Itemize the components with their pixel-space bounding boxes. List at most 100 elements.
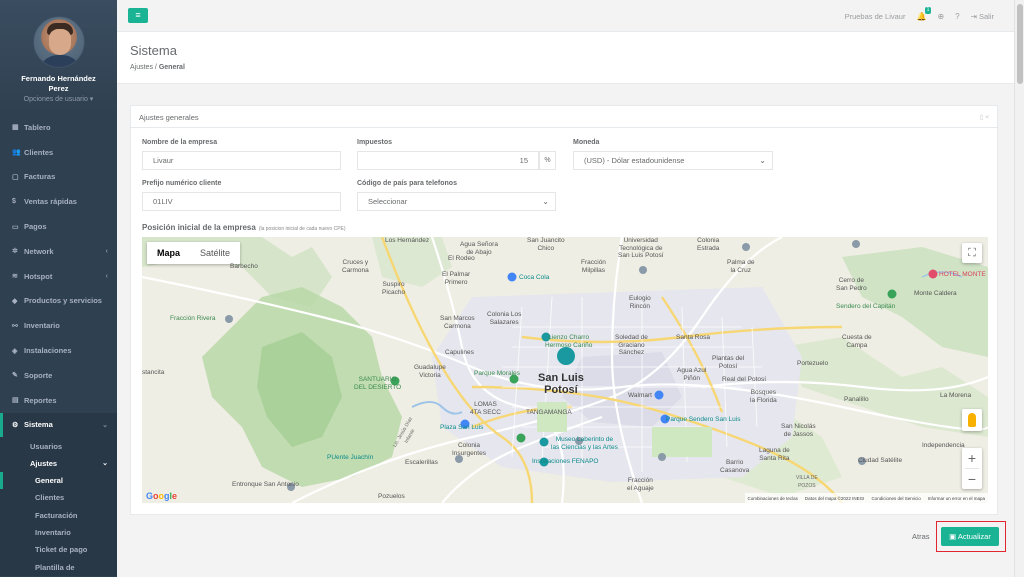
update-button[interactable]: ▣ Actualizar bbox=[941, 527, 999, 546]
sidebar-item-ventas-rapidas[interactable]: $ Ventas rápidas bbox=[0, 189, 117, 214]
map-label: Eulogio Rincón bbox=[629, 295, 651, 310]
save-icon: ▣ bbox=[949, 532, 957, 541]
map-label: El Palmar Primero bbox=[442, 271, 471, 286]
zoom-control: + − bbox=[962, 448, 982, 489]
map-label: Parque Sendero San Luis bbox=[666, 416, 741, 423]
gears-icon: ⚙ bbox=[12, 421, 19, 429]
tax-input[interactable]: 15 bbox=[357, 151, 539, 170]
sidebar-item-facturas[interactable]: ▢ Facturas bbox=[0, 165, 117, 190]
map-terms-link[interactable]: Condiciones del Servicio bbox=[871, 496, 920, 501]
map-label: Cruces y Carmona bbox=[342, 259, 369, 274]
company-name-input[interactable]: Livaur bbox=[142, 151, 341, 170]
breadcrumb: Ajustes / General bbox=[130, 64, 1001, 71]
map-label: TANGAMANGA bbox=[526, 409, 572, 416]
user-options-dropdown[interactable]: Opciones de usuario ▾ bbox=[0, 95, 117, 103]
zoom-in-button[interactable]: + bbox=[962, 448, 982, 468]
crosshair-icon[interactable]: ⊕ bbox=[937, 12, 944, 21]
sidebar-item-productos[interactable]: ◆ Productos y servicios bbox=[0, 289, 117, 314]
bell-icon[interactable]: 🔔 1 bbox=[916, 6, 932, 21]
submenu-item-ajustes[interactable]: Ajustes ⌄ bbox=[0, 455, 117, 472]
map-label: Fracción Rivera bbox=[170, 315, 216, 322]
sidebar-item-tablero[interactable]: ▦ Tablero bbox=[0, 115, 117, 140]
general-settings-panel: Ajustes generales ▯ × Nombre de la empre… bbox=[130, 105, 998, 515]
sidebar-item-sistema[interactable]: ⚙ Sistema ⌄ bbox=[0, 412, 117, 438]
map-type-map-button[interactable]: Mapa bbox=[147, 242, 190, 264]
submenu-item-ticket-de-pago[interactable]: Ticket de pago bbox=[0, 541, 117, 558]
map-label: Escalerillas bbox=[405, 459, 438, 466]
currency-selected: (USD) - Dólar estadounidense bbox=[584, 156, 685, 165]
country-code-select[interactable]: Seleccionar ⌄ bbox=[357, 192, 556, 211]
submenu-item-general[interactable]: General bbox=[0, 471, 117, 490]
wrench-icon: ✎ bbox=[12, 372, 18, 380]
map-label: Fracción Milpillas bbox=[581, 259, 606, 274]
map-label: Colonia Insurgentes bbox=[452, 442, 486, 457]
currency-label: Moneda bbox=[573, 139, 600, 146]
sidebar-item-pagos[interactable]: ▭ Pagos bbox=[0, 214, 117, 239]
map-label: Guadalupe Victoria bbox=[414, 364, 446, 379]
map-type-satellite-button[interactable]: Satélite bbox=[190, 242, 240, 264]
map-label: Monte Caldera bbox=[914, 290, 957, 297]
submenu-item-facturacion[interactable]: Facturación bbox=[0, 507, 117, 524]
sidebar-item-label: Facturas bbox=[24, 172, 56, 182]
fullscreen-icon[interactable]: ⛶ bbox=[962, 243, 982, 263]
street-view-pegman-icon[interactable] bbox=[962, 409, 982, 431]
submenu-item-plantilla[interactable]: Plantilla de bbox=[0, 558, 117, 575]
tools-icon: ◈ bbox=[12, 347, 18, 355]
sidebar-item-soporte[interactable]: ✎ Soporte bbox=[0, 363, 117, 388]
map-label: Agua Azul Piñón bbox=[677, 367, 707, 382]
profile-area: Fernando Hernández Perez Opciones de usu… bbox=[0, 0, 117, 115]
map-label: Plantas del Potosí bbox=[712, 355, 745, 370]
sidebar-item-label: Pagos bbox=[24, 222, 47, 232]
page-scrollbar[interactable] bbox=[1014, 0, 1024, 577]
tax-label: Impuestos bbox=[357, 139, 393, 146]
users-icon: 👥 bbox=[12, 149, 21, 157]
zoom-out-button[interactable]: − bbox=[962, 469, 982, 489]
map-label: Sendero del Capitán bbox=[836, 303, 896, 310]
breadcrumb-separator: / bbox=[154, 64, 157, 71]
map-label: PUente Juachín bbox=[327, 454, 374, 461]
sidebar-item-label: Clientes bbox=[24, 147, 54, 157]
map-label: La Morena bbox=[940, 392, 972, 399]
map-label: Real del Potosí bbox=[722, 376, 767, 383]
prefix-input[interactable]: 01LIV bbox=[142, 192, 341, 211]
sidebar-item-label: Inventario bbox=[24, 321, 60, 331]
dollar-icon: $ bbox=[12, 198, 16, 206]
currency-select[interactable]: (USD) - Dólar estadounidense ⌄ bbox=[573, 151, 773, 170]
map-label: SANTUARIO DEL DESIERTO bbox=[354, 376, 402, 391]
sidebar-item-network[interactable]: ✲ Network ‹ bbox=[0, 239, 117, 264]
map-title-text: Posición inicial de la empresa bbox=[142, 223, 256, 232]
google-logo[interactable]: Google bbox=[146, 491, 177, 501]
map-keyboard-shortcuts-link[interactable]: Combinaciones de teclas bbox=[748, 496, 798, 501]
wifi-icon: ≋ bbox=[12, 273, 18, 281]
submenu-item-clientes[interactable]: Clientes bbox=[0, 489, 117, 506]
map-label: Plaza San Luis bbox=[440, 424, 484, 431]
sidebar-item-inventario[interactable]: ⚯ Inventario bbox=[0, 313, 117, 338]
logout-link[interactable]: ⇥ Salir bbox=[971, 12, 994, 21]
map-view[interactable]: Mapa Satélite ⛶ + − Los Hernández Agua S… bbox=[142, 237, 988, 503]
chevron-down-icon: ⌄ bbox=[102, 421, 108, 429]
map-report-error-link[interactable]: Informar un error en el mapa bbox=[928, 496, 985, 501]
panel-tools[interactable]: ▯ × bbox=[980, 113, 989, 121]
sidebar-item-clientes[interactable]: 👥 Clientes bbox=[0, 140, 117, 165]
menu-toggle-button[interactable]: ≡ bbox=[128, 8, 148, 23]
map-label: Barbecho bbox=[230, 263, 258, 270]
tag-icon: ◆ bbox=[12, 297, 18, 305]
breadcrumb-ajustes[interactable]: Ajustes bbox=[130, 64, 153, 71]
top-right-menu: Pruebas de Livaur 🔔 1 ⊕ ? ⇥ Salir bbox=[845, 0, 994, 32]
map-label: Fracción el Aguaje bbox=[627, 477, 654, 492]
submenu-item-inventario[interactable]: Inventario bbox=[0, 524, 117, 541]
map-label: Pozuelos bbox=[378, 493, 405, 500]
sidebar-item-hotspot[interactable]: ≋ Hotspot ‹ bbox=[0, 264, 117, 289]
country-code-selected: Seleccionar bbox=[368, 197, 408, 206]
map-section-title: Posición inicial de la empresa (la posici… bbox=[142, 223, 346, 232]
submenu-item-usuarios[interactable]: Usuarios bbox=[0, 437, 117, 454]
sidebar-item-reportes[interactable]: ▤ Reportes bbox=[0, 388, 117, 413]
back-button[interactable]: Atras bbox=[912, 528, 930, 546]
scrollbar-thumb[interactable] bbox=[1017, 4, 1023, 84]
avatar[interactable] bbox=[32, 16, 85, 68]
company-link[interactable]: Pruebas de Livaur bbox=[845, 12, 906, 21]
cubes-icon: ⚯ bbox=[12, 322, 18, 330]
help-icon[interactable]: ? bbox=[955, 12, 959, 21]
sidebar-item-label: Productos y servicios bbox=[24, 296, 102, 306]
sidebar-item-instalaciones[interactable]: ◈ Instalaciones bbox=[0, 338, 117, 363]
